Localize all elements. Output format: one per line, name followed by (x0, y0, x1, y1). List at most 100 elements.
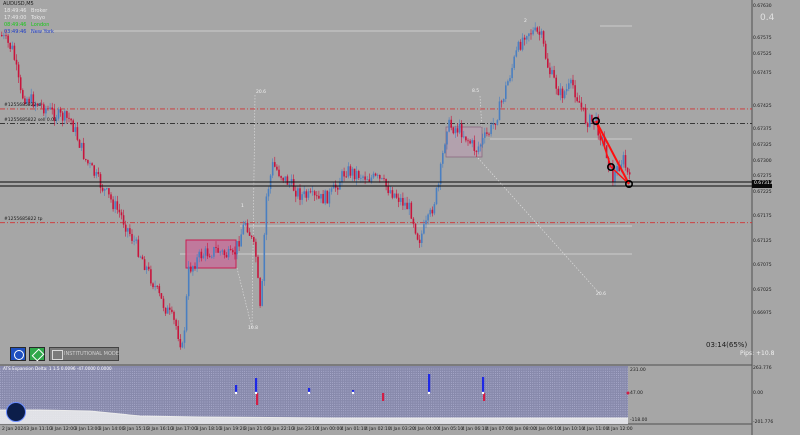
candle-body (343, 171, 345, 177)
candle-body (307, 191, 310, 198)
candle-body (326, 190, 329, 204)
candle-body (227, 249, 230, 258)
candle-body (538, 31, 541, 35)
candle-body (229, 249, 232, 251)
candle-body (192, 266, 194, 272)
session-row: 03:49:46 New York (4, 29, 54, 35)
candle-body (628, 172, 631, 175)
candle-body (435, 187, 438, 205)
candle-body (383, 178, 385, 180)
candle-body (406, 202, 408, 210)
candle-body (244, 222, 247, 225)
session-name: London (29, 22, 50, 28)
candle-body (385, 178, 387, 187)
candle-body (299, 188, 301, 200)
candle-body (152, 283, 154, 288)
candle-body (187, 266, 190, 297)
price-tick-label: 0.67575 (753, 36, 772, 41)
candle-body (181, 342, 184, 348)
candle-body (280, 176, 282, 178)
candle-body (490, 124, 492, 135)
candle-body (7, 35, 9, 43)
candle-body (379, 175, 381, 179)
candle-body (13, 45, 16, 60)
candle-body (578, 101, 581, 103)
time-tick-label: 4 Jan 04:00 (413, 427, 440, 432)
candle-body (454, 128, 457, 134)
candle-body (391, 190, 394, 198)
indicator-title: ATS Expansion Delta: 1 1.5 0.0096 -47.00… (3, 366, 112, 371)
current-price-tag: 0.67313 (752, 180, 773, 188)
candle-body (475, 150, 478, 152)
candle-body (271, 162, 274, 176)
indicator-dot (427, 391, 431, 395)
candle-body (202, 255, 205, 259)
candle-body (488, 133, 490, 135)
time-tick-label: 4 Jan 08:00 (510, 427, 536, 432)
candle-body (450, 119, 452, 128)
time-tick-label: 3 Jan 21:00 (244, 427, 270, 432)
session-name: Tokyo (29, 15, 46, 21)
candle-body (328, 191, 331, 204)
candle-body (584, 107, 587, 124)
candle-body (198, 251, 200, 258)
candle-body (118, 209, 121, 213)
candle-body (190, 266, 192, 272)
candle-body (206, 248, 209, 257)
candle-body (213, 247, 215, 257)
candle-body (582, 107, 585, 109)
price-tick-label: 0.67175 (753, 214, 772, 219)
indicator-bar (483, 393, 486, 401)
candle-body (261, 280, 263, 306)
crosshair-toggle-button[interactable] (10, 347, 26, 361)
session-time: 08:49:46 (4, 22, 27, 28)
candle-body (515, 50, 518, 57)
symbol-label: AUDUSD,M5 (3, 1, 34, 7)
candle-body (456, 128, 459, 133)
zone-label: 1 (241, 204, 244, 209)
candle-body (433, 204, 436, 214)
candle-body (183, 330, 186, 343)
time-tick-label: 3 Jan 12:00 (50, 427, 77, 432)
tool-button[interactable] (29, 347, 45, 362)
link-icon (31, 348, 45, 362)
indicator-dot (234, 391, 238, 395)
candle-body (580, 102, 583, 108)
indicator-panel (0, 366, 630, 424)
candle-body (404, 202, 406, 206)
candle-body (282, 177, 284, 181)
candle-body (551, 70, 553, 75)
institutional-mode-button[interactable]: INSTITUTIONAL MODE (49, 347, 119, 361)
candle-body (555, 77, 557, 89)
candle-body (246, 222, 249, 233)
candle-body (156, 286, 158, 287)
candle-body (547, 58, 549, 68)
candle-body (66, 111, 68, 118)
candle-body (349, 166, 352, 176)
candle-body (521, 37, 524, 50)
candle-body (372, 173, 375, 178)
price-chart[interactable] (0, 0, 800, 435)
candle-body (452, 127, 455, 134)
time-tick-label: 2 Jan 2024 (2, 427, 27, 432)
candle-body (74, 127, 77, 132)
candle-body (80, 142, 83, 148)
price-tick-label: 0.67275 (753, 174, 772, 179)
candle-body (616, 166, 618, 172)
time-tick-label: 3 Jan 14:00 (98, 427, 125, 432)
candle-body (400, 197, 402, 202)
candle-body (446, 131, 448, 145)
candle-body (351, 168, 354, 176)
countdown-timer: 03:14(65%) (706, 341, 748, 349)
time-tick-label: 4 Jan 11:00 (582, 427, 609, 432)
candle-body (568, 83, 570, 90)
time-tick-label: 3 Jan 19:20 (219, 427, 246, 432)
candle-body (131, 233, 133, 241)
price-tick-label: 0.67225 (753, 190, 772, 195)
candle-body (513, 56, 515, 68)
candle-body (486, 132, 488, 134)
candle-body (471, 140, 473, 144)
candle-body (439, 163, 442, 185)
candle-body (362, 176, 364, 178)
candle-body (290, 179, 293, 184)
